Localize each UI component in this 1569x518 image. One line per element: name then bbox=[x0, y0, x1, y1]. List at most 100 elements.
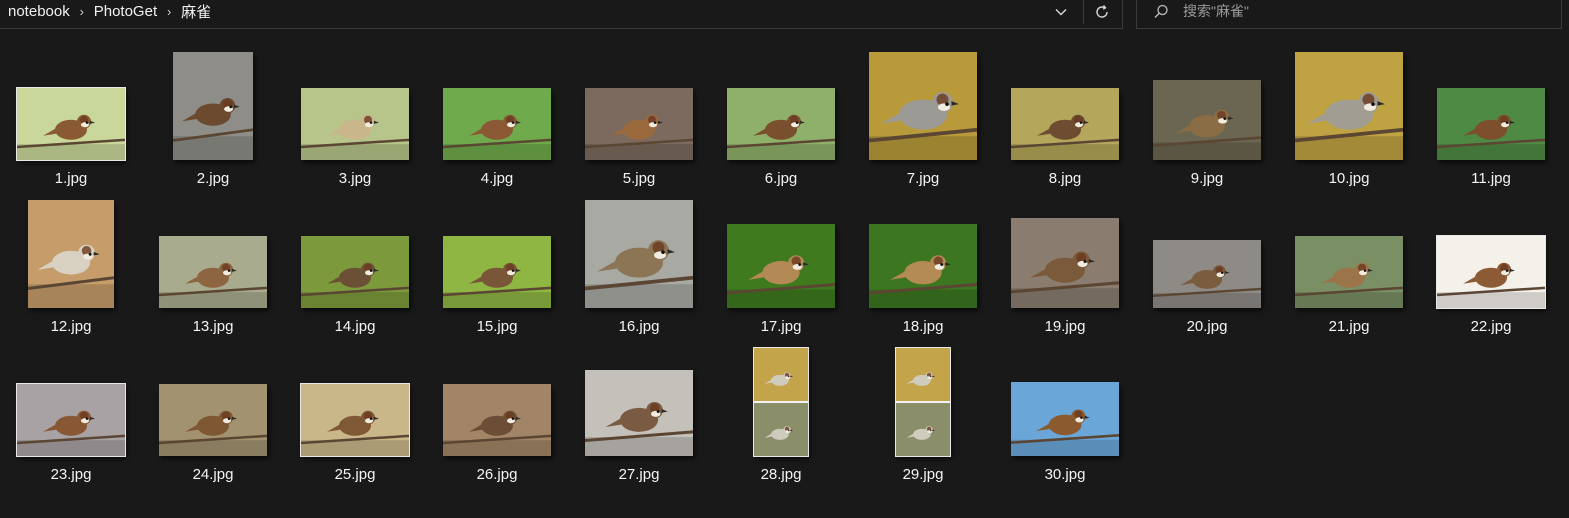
sparrow-thumbnail-image bbox=[895, 347, 951, 457]
chevron-down-icon bbox=[1055, 9, 1067, 16]
file-item[interactable]: 17.jpg bbox=[710, 194, 852, 340]
thumbnail-area bbox=[1420, 194, 1562, 310]
thumbnail-area bbox=[142, 46, 284, 162]
file-name-label: 30.jpg bbox=[1044, 466, 1086, 483]
file-name-label: 1.jpg bbox=[54, 170, 88, 187]
file-item[interactable]: 22.jpg bbox=[1420, 194, 1562, 340]
thumbnail-area bbox=[568, 342, 710, 458]
file-item[interactable]: 26.jpg bbox=[426, 342, 568, 488]
file-item[interactable]: 21.jpg bbox=[1278, 194, 1420, 340]
file-name-label: 14.jpg bbox=[334, 318, 376, 335]
sparrow-thumbnail-image bbox=[1011, 218, 1119, 308]
search-box[interactable] bbox=[1136, 0, 1562, 29]
file-name-label: 22.jpg bbox=[1470, 318, 1512, 335]
file-item[interactable]: 29.jpg bbox=[852, 342, 994, 488]
file-name-label: 25.jpg bbox=[334, 466, 376, 483]
file-name-label: 7.jpg bbox=[906, 170, 940, 187]
thumbnail-area bbox=[994, 46, 1136, 162]
file-name-label: 3.jpg bbox=[338, 170, 372, 187]
file-name-label: 16.jpg bbox=[618, 318, 660, 335]
thumbnail-area bbox=[710, 194, 852, 310]
file-name-label: 27.jpg bbox=[618, 466, 660, 483]
file-item[interactable]: 10.jpg bbox=[1278, 46, 1420, 192]
file-item[interactable]: 15.jpg bbox=[426, 194, 568, 340]
file-name-label: 28.jpg bbox=[760, 466, 802, 483]
sparrow-thumbnail-image bbox=[1295, 236, 1403, 308]
refresh-button[interactable] bbox=[1088, 0, 1116, 24]
toolbar-divider bbox=[1083, 0, 1084, 24]
file-item[interactable]: 2.jpg bbox=[142, 46, 284, 192]
file-item[interactable]: 18.jpg bbox=[852, 194, 994, 340]
file-item[interactable]: 13.jpg bbox=[142, 194, 284, 340]
thumbnail-area bbox=[0, 342, 142, 458]
sparrow-thumbnail-image bbox=[1437, 88, 1545, 160]
thumbnail-area bbox=[142, 342, 284, 458]
search-icon bbox=[1154, 4, 1168, 18]
sparrow-thumbnail-image bbox=[301, 236, 409, 308]
file-name-label: 10.jpg bbox=[1328, 170, 1370, 187]
sparrow-thumbnail-image bbox=[585, 88, 693, 160]
sparrow-thumbnail-image bbox=[727, 224, 835, 308]
file-item[interactable]: 16.jpg bbox=[568, 194, 710, 340]
file-item[interactable]: 20.jpg bbox=[1136, 194, 1278, 340]
file-item[interactable]: 30.jpg bbox=[994, 342, 1136, 488]
file-item[interactable]: 27.jpg bbox=[568, 342, 710, 488]
file-item[interactable]: 1.jpg bbox=[0, 46, 142, 192]
sparrow-thumbnail-image bbox=[443, 236, 551, 308]
file-grid: 1.jpg 2.jpg 3.jpg 4.jpg 5.jpg 6.jpg 7.jp… bbox=[0, 46, 1569, 506]
thumbnail-area bbox=[1136, 46, 1278, 162]
file-item[interactable]: 28.jpg bbox=[710, 342, 852, 488]
file-item[interactable]: 7.jpg bbox=[852, 46, 994, 192]
file-item[interactable]: 8.jpg bbox=[994, 46, 1136, 192]
file-name-label: 24.jpg bbox=[192, 466, 234, 483]
file-item[interactable]: 24.jpg bbox=[142, 342, 284, 488]
sparrow-thumbnail-image bbox=[301, 88, 409, 160]
search-input[interactable] bbox=[1183, 1, 1543, 21]
file-item[interactable]: 23.jpg bbox=[0, 342, 142, 488]
sparrow-thumbnail-image bbox=[1153, 80, 1261, 160]
sparrow-thumbnail-image bbox=[1011, 382, 1119, 456]
file-name-label: 11.jpg bbox=[1471, 170, 1511, 187]
file-name-label: 8.jpg bbox=[1048, 170, 1082, 187]
sparrow-thumbnail-image bbox=[1295, 52, 1403, 160]
thumbnail-area bbox=[426, 194, 568, 310]
thumbnail-area bbox=[1136, 194, 1278, 310]
thumbnail-area bbox=[284, 342, 426, 458]
thumbnail-area bbox=[710, 342, 852, 458]
file-item[interactable]: 5.jpg bbox=[568, 46, 710, 192]
file-name-label: 13.jpg bbox=[192, 318, 234, 335]
sparrow-thumbnail-image bbox=[1011, 88, 1119, 160]
file-item[interactable]: 25.jpg bbox=[284, 342, 426, 488]
file-name-label: 29.jpg bbox=[902, 466, 944, 483]
file-item[interactable]: 9.jpg bbox=[1136, 46, 1278, 192]
file-name-label: 5.jpg bbox=[622, 170, 656, 187]
breadcrumb-item-photoget[interactable]: PhotoGet bbox=[94, 3, 157, 20]
thumbnail-area bbox=[852, 46, 994, 162]
file-item[interactable]: 14.jpg bbox=[284, 194, 426, 340]
chevron-right-icon: › bbox=[166, 3, 172, 19]
breadcrumb-item-notebook[interactable]: notebook bbox=[8, 3, 70, 20]
thumbnail-area bbox=[1278, 194, 1420, 310]
file-item[interactable]: 19.jpg bbox=[994, 194, 1136, 340]
file-item[interactable]: 3.jpg bbox=[284, 46, 426, 192]
thumbnail-area bbox=[1420, 46, 1562, 162]
sparrow-thumbnail-image bbox=[869, 52, 977, 160]
address-bar[interactable]: notebook › PhotoGet › 麻雀 bbox=[0, 0, 1123, 29]
file-name-label: 17.jpg bbox=[760, 318, 802, 335]
file-name-label: 20.jpg bbox=[1186, 318, 1228, 335]
file-item[interactable]: 4.jpg bbox=[426, 46, 568, 192]
file-item[interactable]: 11.jpg bbox=[1420, 46, 1562, 192]
file-item[interactable]: 6.jpg bbox=[710, 46, 852, 192]
chevron-right-icon: › bbox=[79, 3, 84, 19]
sparrow-thumbnail-image bbox=[28, 200, 114, 308]
breadcrumb-item-current[interactable]: 麻雀 bbox=[181, 1, 211, 22]
top-bar: notebook › PhotoGet › 麻雀 bbox=[0, 0, 1569, 30]
thumbnail-area bbox=[852, 342, 994, 458]
thumbnail-area bbox=[568, 46, 710, 162]
address-history-dropdown-button[interactable] bbox=[1047, 0, 1075, 24]
thumbnail-area bbox=[0, 46, 142, 162]
sparrow-thumbnail-image bbox=[16, 87, 126, 161]
file-name-label: 15.jpg bbox=[476, 318, 518, 335]
sparrow-thumbnail-image bbox=[159, 236, 267, 308]
file-item[interactable]: 12.jpg bbox=[0, 194, 142, 340]
